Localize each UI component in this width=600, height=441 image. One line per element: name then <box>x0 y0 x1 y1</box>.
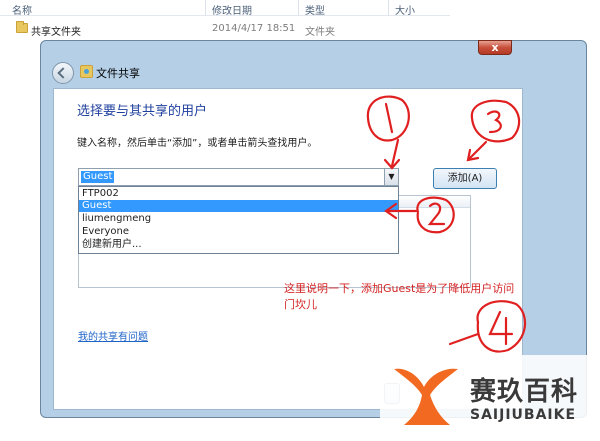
instruction-text: 键入名称，然后单击“添加”，或者单击箭头查找用户。 <box>77 138 318 149</box>
dropdown-option-liumengmeng[interactable]: liumengmeng <box>79 213 398 225</box>
dropdown-option-everyone[interactable]: Everyone <box>79 226 398 238</box>
file-date: 2014/4/17 18:51 <box>212 23 296 34</box>
file-sharing-icon <box>80 65 93 78</box>
add-button[interactable]: 添加(A) <box>433 168 497 189</box>
dropdown-option-create-user[interactable]: 创建新用户... <box>79 239 398 251</box>
back-arrow-icon[interactable] <box>52 62 74 84</box>
combobox-value: Guest <box>81 171 115 183</box>
folder-icon <box>16 21 28 33</box>
whale-tail-logo-icon <box>394 368 458 425</box>
watermark: 赛玖百科 SAIJIUBAIKE <box>380 355 600 441</box>
column-type[interactable]: 类型 <box>305 2 325 17</box>
sharing-problem-link[interactable]: 我的共享有问题 <box>78 328 148 343</box>
file-name: 共享文件夹 <box>31 27 81 38</box>
file-type: 文件夹 <box>305 27 335 38</box>
column-date[interactable]: 修改日期 <box>212 2 252 17</box>
dropdown-option-ftp002[interactable]: FTP002 <box>79 188 398 200</box>
dialog-header: 文件共享 <box>46 58 546 88</box>
chevron-down-icon[interactable]: ▼ <box>384 169 398 185</box>
file-row-shared-folder[interactable]: 共享文件夹 2014/4/17 18:51 文件夹 <box>0 20 450 38</box>
watermark-sub: SAIJIUBAIKE <box>470 407 577 423</box>
column-name[interactable]: 名称 <box>12 2 32 17</box>
page-title: 选择要与其共享的用户 <box>77 104 208 119</box>
annotation-note: 这里说明一下，添加Guest是为了降低用户访问门坎儿 <box>284 282 515 311</box>
watermark-name: 赛玖百科 <box>470 377 579 407</box>
user-name-combobox[interactable]: Guest ▼ <box>78 168 399 186</box>
column-header: 名称 修改日期 类型 大小 <box>0 0 450 17</box>
close-button[interactable]: x <box>478 40 512 55</box>
column-size[interactable]: 大小 <box>395 2 415 17</box>
dropdown-option-guest[interactable]: Guest <box>79 200 398 212</box>
user-dropdown-list: FTP002 Guest liumengmeng Everyone 创建新用户.… <box>78 186 399 254</box>
dialog-title: 文件共享 <box>96 67 140 80</box>
